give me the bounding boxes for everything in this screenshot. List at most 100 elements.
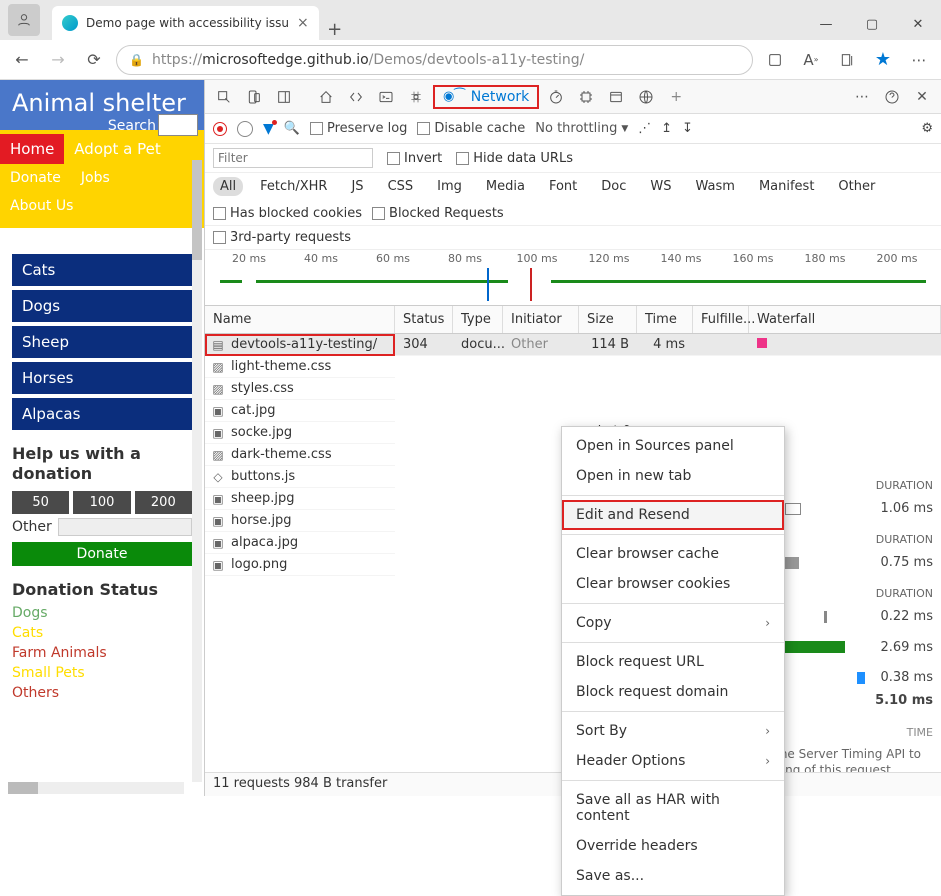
clear-button[interactable] bbox=[237, 121, 253, 137]
menu-item[interactable]: Clear browser cache bbox=[562, 539, 784, 569]
network-conditions-icon[interactable]: ⋰ bbox=[638, 121, 651, 136]
inspect-icon[interactable] bbox=[211, 84, 237, 110]
type-filter-ws[interactable]: WS bbox=[643, 177, 678, 196]
device-icon[interactable] bbox=[241, 84, 267, 110]
col-type[interactable]: Type bbox=[453, 306, 503, 333]
dock-icon[interactable] bbox=[271, 84, 297, 110]
menu-item[interactable]: Open in Sources panel bbox=[562, 431, 784, 461]
tab-network[interactable]: ◉⁀ Network bbox=[433, 85, 539, 109]
nav-jobs[interactable]: Jobs bbox=[71, 164, 120, 192]
col-time[interactable]: Time bbox=[637, 306, 693, 333]
filter-input[interactable] bbox=[213, 148, 373, 168]
back-button[interactable]: ← bbox=[8, 46, 36, 74]
close-window-button[interactable]: ✕ bbox=[895, 8, 941, 40]
add-tab-icon[interactable]: + bbox=[663, 84, 689, 110]
more-tools-icon[interactable]: ⋯ bbox=[849, 84, 875, 110]
col-waterfall[interactable]: Waterfall bbox=[749, 306, 941, 333]
type-filter-font[interactable]: Font bbox=[542, 177, 584, 196]
welcome-icon[interactable] bbox=[313, 84, 339, 110]
type-filter-other[interactable]: Other bbox=[831, 177, 882, 196]
list-item[interactable]: Alpacas bbox=[12, 398, 192, 430]
col-size[interactable]: Size bbox=[579, 306, 637, 333]
list-item[interactable]: Horses bbox=[12, 362, 192, 394]
type-filter-fetch/xhr[interactable]: Fetch/XHR bbox=[253, 177, 334, 196]
search-icon[interactable]: 🔍 bbox=[284, 121, 300, 136]
type-filter-wasm[interactable]: Wasm bbox=[689, 177, 742, 196]
nav-adopt[interactable]: Adopt a Pet bbox=[64, 134, 170, 164]
list-item[interactable]: Dogs bbox=[12, 290, 192, 322]
col-name[interactable]: Name bbox=[205, 306, 395, 333]
memory-icon[interactable] bbox=[573, 84, 599, 110]
type-filter-manifest[interactable]: Manifest bbox=[752, 177, 821, 196]
request-row[interactable]: ▣socke.jpg bbox=[205, 422, 395, 444]
col-status[interactable]: Status bbox=[395, 306, 453, 333]
chip-50[interactable]: 50 bbox=[12, 491, 69, 514]
request-row[interactable]: ◇buttons.js bbox=[205, 466, 395, 488]
menu-item[interactable]: Sort By› bbox=[562, 716, 784, 746]
filter-toggle-icon[interactable]: ▼ bbox=[263, 121, 274, 137]
record-button[interactable] bbox=[213, 122, 227, 136]
other-input[interactable] bbox=[58, 518, 192, 536]
page-scrollbar-h[interactable] bbox=[8, 782, 184, 794]
nav-home[interactable]: Home bbox=[0, 134, 64, 164]
chip-100[interactable]: 100 bbox=[73, 491, 130, 514]
list-item[interactable]: Cats bbox=[12, 254, 192, 286]
more-icon[interactable]: ⋯ bbox=[905, 46, 933, 74]
close-tab-icon[interactable]: × bbox=[297, 15, 309, 31]
profile-icon[interactable] bbox=[8, 4, 40, 36]
export-har-icon[interactable]: ↧ bbox=[682, 121, 693, 136]
minimize-button[interactable]: — bbox=[803, 8, 849, 40]
settings-icon[interactable]: ⚙ bbox=[921, 121, 933, 136]
menu-item[interactable]: Save as... bbox=[562, 861, 784, 891]
throttling-select[interactable]: No throttling ▼ bbox=[535, 121, 628, 136]
application-icon[interactable] bbox=[603, 84, 629, 110]
overview-timeline[interactable]: 20 ms40 ms60 ms80 ms100 ms120 ms140 ms16… bbox=[205, 250, 941, 306]
help-icon[interactable] bbox=[879, 84, 905, 110]
disable-cache-checkbox[interactable]: Disable cache bbox=[417, 121, 525, 136]
menu-item[interactable]: Edit and Resend bbox=[562, 500, 784, 530]
request-row[interactable]: ▣alpaca.jpg bbox=[205, 532, 395, 554]
elements-icon[interactable] bbox=[343, 84, 369, 110]
preserve-log-checkbox[interactable]: Preserve log bbox=[310, 121, 407, 136]
request-row-detail[interactable]: 304 docu... Other 114 B 4 ms bbox=[395, 334, 941, 356]
col-fulfilled[interactable]: Fulfille... bbox=[693, 306, 749, 333]
menu-item[interactable]: Block request URL bbox=[562, 647, 784, 677]
refresh-button[interactable]: ⟳ bbox=[80, 46, 108, 74]
request-row[interactable]: ▣cat.jpg bbox=[205, 400, 395, 422]
type-filter-css[interactable]: CSS bbox=[381, 177, 421, 196]
invert-checkbox[interactable]: Invert bbox=[387, 151, 442, 166]
chip-200[interactable]: 200 bbox=[135, 491, 192, 514]
type-filter-img[interactable]: Img bbox=[430, 177, 469, 196]
blocked_cookies-checkbox[interactable]: Has blocked cookies bbox=[213, 206, 362, 221]
page-scrollbar-v[interactable] bbox=[192, 160, 202, 782]
maximize-button[interactable]: ▢ bbox=[849, 8, 895, 40]
new-tab-button[interactable]: + bbox=[319, 19, 351, 40]
request-row[interactable]: ▨light-theme.css bbox=[205, 356, 395, 378]
menu-item[interactable]: Save all as HAR with content bbox=[562, 785, 784, 831]
performance-icon[interactable] bbox=[543, 84, 569, 110]
menu-item[interactable]: Override headers bbox=[562, 831, 784, 861]
request-row[interactable]: ▣sheep.jpg bbox=[205, 488, 395, 510]
collections-icon[interactable] bbox=[833, 46, 861, 74]
hide-data-urls-checkbox[interactable]: Hide data URLs bbox=[456, 151, 573, 166]
blocked_requests-checkbox[interactable]: Blocked Requests bbox=[372, 206, 504, 221]
nav-about[interactable]: About Us bbox=[0, 192, 83, 220]
favorite-icon[interactable]: ★ bbox=[869, 46, 897, 74]
more-tabs-icon[interactable] bbox=[633, 84, 659, 110]
menu-item[interactable]: Open in new tab bbox=[562, 461, 784, 491]
menu-item[interactable]: Copy› bbox=[562, 608, 784, 638]
request-row[interactable]: ▣horse.jpg bbox=[205, 510, 395, 532]
request-row[interactable]: ▨dark-theme.css bbox=[205, 444, 395, 466]
search-input[interactable] bbox=[158, 114, 198, 136]
nav-donate[interactable]: Donate bbox=[0, 164, 71, 192]
reader-icon[interactable]: A» bbox=[797, 46, 825, 74]
address-bar[interactable]: 🔒 https://microsoftedge.github.io/Demos/… bbox=[116, 45, 753, 75]
request-row[interactable]: ▤devtools-a11y-testing/ bbox=[205, 334, 395, 356]
app-icon[interactable] bbox=[761, 46, 789, 74]
sources-icon[interactable] bbox=[403, 84, 429, 110]
menu-item[interactable]: Header Options› bbox=[562, 746, 784, 776]
col-initiator[interactable]: Initiator bbox=[503, 306, 579, 333]
menu-item[interactable]: Clear browser cookies bbox=[562, 569, 784, 599]
list-item[interactable]: Sheep bbox=[12, 326, 192, 358]
third-party-checkbox[interactable]: 3rd-party requests bbox=[213, 230, 351, 245]
